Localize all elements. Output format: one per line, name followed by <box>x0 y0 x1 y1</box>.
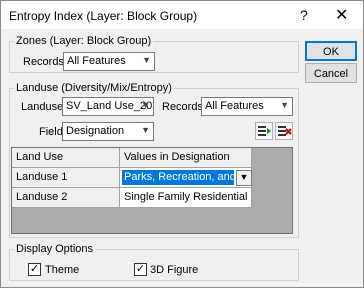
landuse-grid[interactable]: Land Use Values in Designation Landuse 1… <box>11 147 293 234</box>
landuse-records-label: Records <box>162 101 203 113</box>
window-title: Entropy Index (Layer: Block Group) <box>9 9 198 23</box>
grid-header-values: Values in Designation <box>120 148 252 168</box>
grid-row-value-selected[interactable]: Parks, Recreation, and Op <box>122 170 234 185</box>
chevron-down-icon: ▼ <box>141 125 150 135</box>
zones-records-value: All Features <box>67 55 126 67</box>
field-value: Designation <box>66 125 125 137</box>
cancel-button-label: Cancel <box>313 68 349 80</box>
title-bar: Entropy Index (Layer: Block Group) ? ✕ <box>1 1 363 29</box>
ok-button-label: OK <box>323 46 339 58</box>
ok-button[interactable]: OK <box>305 41 357 61</box>
cancel-button[interactable]: Cancel <box>305 63 357 83</box>
chevron-down-icon: ▼ <box>280 100 289 110</box>
zones-records-label: Records <box>23 56 64 68</box>
grid-cell-dropdown-button[interactable]: ▼ <box>236 170 252 186</box>
entropy-index-dialog: Entropy Index (Layer: Block Group) ? ✕ Z… <box>0 0 364 288</box>
grid-row-value-cell[interactable]: Parks, Recreation, and Op <box>120 168 252 188</box>
add-rows-icon <box>258 126 271 136</box>
remove-rows-icon <box>278 126 292 136</box>
landuse-records-dropdown[interactable]: All Features ▼ <box>201 97 293 116</box>
landuse-group-label: Landuse (Diversity/Mix/Entropy) <box>14 82 174 94</box>
display-options-label: Display Options <box>14 243 96 255</box>
theme-label: Theme <box>45 264 80 276</box>
landuse-label: Landuse <box>21 101 64 113</box>
add-rows-button[interactable] <box>255 122 273 140</box>
chevron-down-icon: ▼ <box>142 55 151 65</box>
zones-records-dropdown[interactable]: All Features ▼ <box>63 52 155 71</box>
chevron-down-icon: ▼ <box>141 100 150 110</box>
remove-rows-button[interactable] <box>275 122 293 140</box>
grid-header-land-use: Land Use <box>12 148 120 168</box>
close-button[interactable]: ✕ <box>335 5 348 25</box>
field-dropdown[interactable]: Designation ▼ <box>62 122 154 141</box>
grid-row-name: Landuse 2 <box>12 188 120 208</box>
landuse-layer-dropdown[interactable]: SV_Land Use_202 ▼ <box>62 97 154 116</box>
help-button[interactable]: ? <box>300 7 308 23</box>
field-label: Field <box>39 126 63 138</box>
theme-checkbox[interactable]: ✓ <box>28 263 41 276</box>
zones-group-label: Zones (Layer: Block Group) <box>14 35 154 47</box>
grid-row-name: Landuse 1 <box>12 168 120 188</box>
grid-row-value[interactable]: Single Family Residential (SFI <box>120 188 252 208</box>
landuse-records-value: All Features <box>205 100 264 112</box>
3d-figure-label: 3D Figure <box>150 264 199 276</box>
3d-figure-checkbox[interactable]: ✓ <box>134 263 147 276</box>
